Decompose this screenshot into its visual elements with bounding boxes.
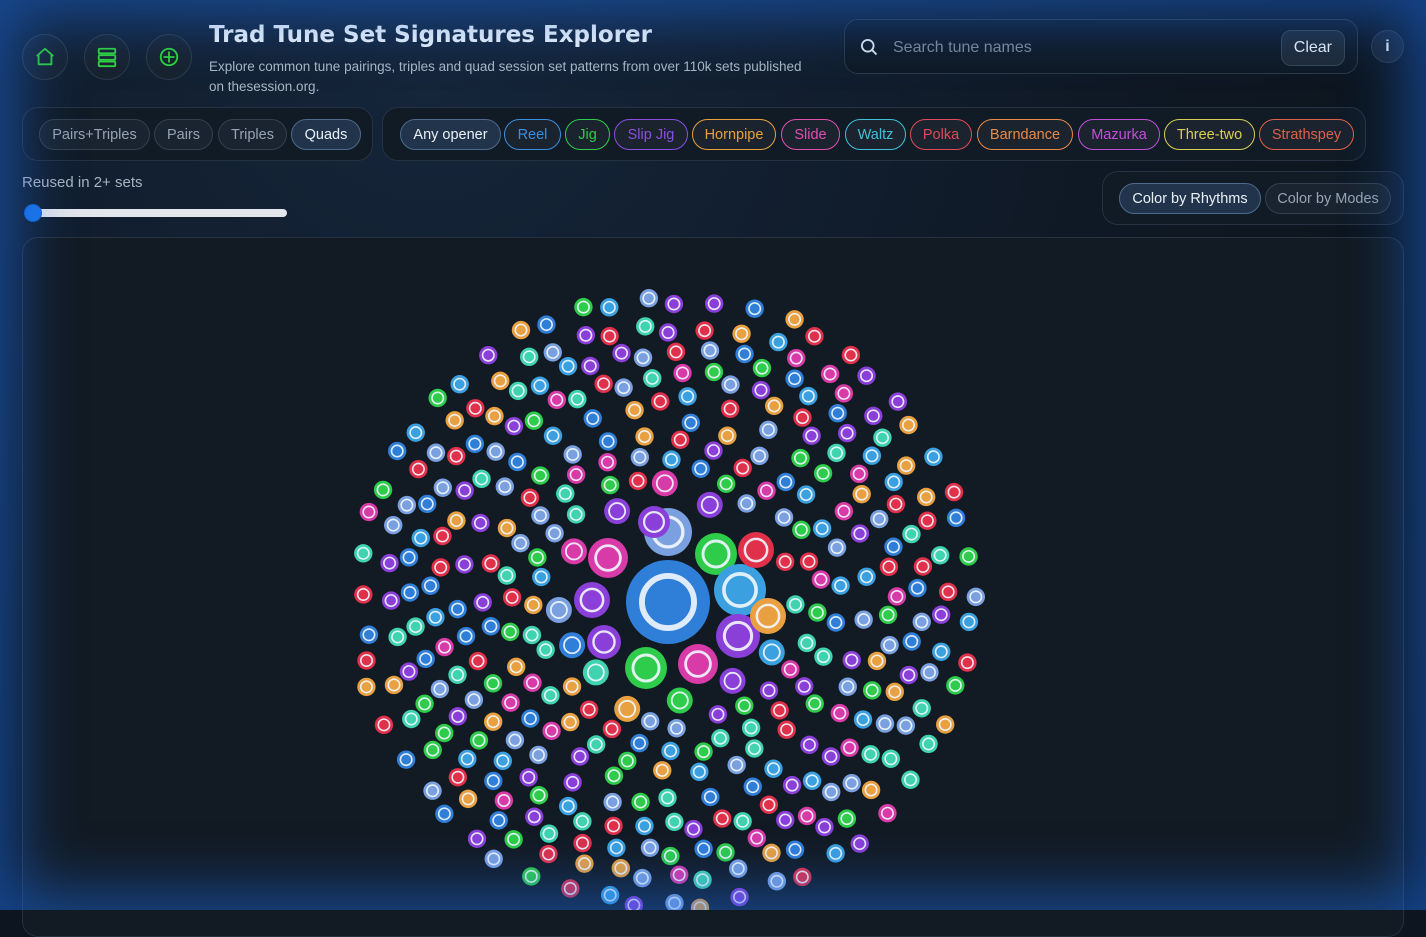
bubble[interactable] — [560, 538, 587, 565]
home-icon — [36, 47, 54, 66]
reuse-slider-track[interactable] — [27, 209, 287, 217]
clear-button[interactable]: Clear — [1280, 30, 1345, 66]
color-mode-panel: Color by Rhythms Color by Modes — [1102, 171, 1404, 225]
bubble[interactable] — [696, 491, 723, 518]
chip-quads[interactable]: Quads — [291, 119, 361, 150]
chip-strathspey[interactable]: Strathspey — [1259, 119, 1354, 150]
bubble[interactable] — [587, 625, 621, 659]
crosshair-button[interactable] — [146, 34, 192, 80]
chip-jig[interactable]: Jig — [565, 119, 610, 150]
info-button[interactable]: i — [1371, 30, 1404, 63]
bubble[interactable] — [624, 895, 644, 910]
bubble[interactable] — [574, 582, 610, 618]
chip-polka[interactable]: Polka — [910, 119, 972, 150]
bubble[interactable] — [638, 506, 670, 538]
bubble[interactable] — [719, 667, 746, 694]
bubble[interactable] — [750, 598, 786, 634]
bubble[interactable] — [614, 695, 641, 722]
bubble[interactable] — [758, 639, 785, 666]
chip-pairs[interactable]: Pairs — [154, 119, 213, 150]
chip-slide[interactable]: Slide — [781, 119, 840, 150]
reuse-slider-thumb[interactable] — [24, 204, 42, 222]
page-title: Trad Tune Set Signatures Explorer — [209, 22, 652, 48]
chip-triples[interactable]: Triples — [218, 119, 287, 150]
bubble[interactable] — [738, 532, 774, 568]
reuse-slider-label: Reused in 2+ sets — [22, 174, 143, 191]
set-type-panel: Pairs+Triples Pairs Triples Quads — [22, 107, 373, 161]
bubble[interactable] — [651, 470, 678, 497]
search-icon — [861, 39, 878, 56]
bubble[interactable] — [559, 632, 586, 659]
home-button[interactable] — [22, 34, 68, 80]
color-by-modes-button[interactable]: Color by Modes — [1265, 183, 1391, 214]
chip-hornpipe[interactable]: Hornpipe — [692, 119, 776, 150]
bubble-chart-panel — [22, 237, 1404, 937]
chip-barndance[interactable]: Barndance — [977, 119, 1073, 150]
page-subtitle: Explore common tune pairings, triples an… — [209, 59, 802, 94]
search-input[interactable] — [891, 34, 1275, 62]
chip-mazurka[interactable]: Mazurka — [1078, 119, 1160, 150]
chip-pairs-triples[interactable]: Pairs+Triples — [39, 119, 150, 150]
chip-slip-jig[interactable]: Slip Jig — [614, 119, 688, 150]
bubble-pack-chart[interactable] — [23, 238, 1403, 910]
search-box: Clear — [844, 19, 1358, 74]
bubble[interactable] — [625, 647, 667, 689]
chip-three-two[interactable]: Three-two — [1164, 119, 1255, 150]
database-icon — [97, 47, 117, 68]
bubble[interactable] — [678, 644, 718, 684]
chip-any-opener[interactable]: Any opener — [400, 119, 501, 150]
crosshair-icon — [159, 47, 179, 67]
bubble[interactable] — [582, 659, 609, 686]
opener-panel: Any opener Reel Jig Slip Jig Hornpipe Sl… — [382, 107, 1366, 161]
database-button[interactable] — [84, 34, 130, 80]
bubble[interactable] — [604, 498, 631, 525]
chip-reel[interactable]: Reel — [504, 119, 561, 150]
bubble[interactable] — [588, 538, 628, 578]
color-by-rhythms-button[interactable]: Color by Rhythms — [1119, 183, 1261, 214]
bubble[interactable] — [545, 596, 572, 623]
bubble[interactable] — [665, 893, 684, 910]
bubble[interactable] — [626, 560, 710, 644]
chip-waltz[interactable]: Waltz — [845, 119, 906, 150]
bubble[interactable] — [666, 687, 693, 714]
